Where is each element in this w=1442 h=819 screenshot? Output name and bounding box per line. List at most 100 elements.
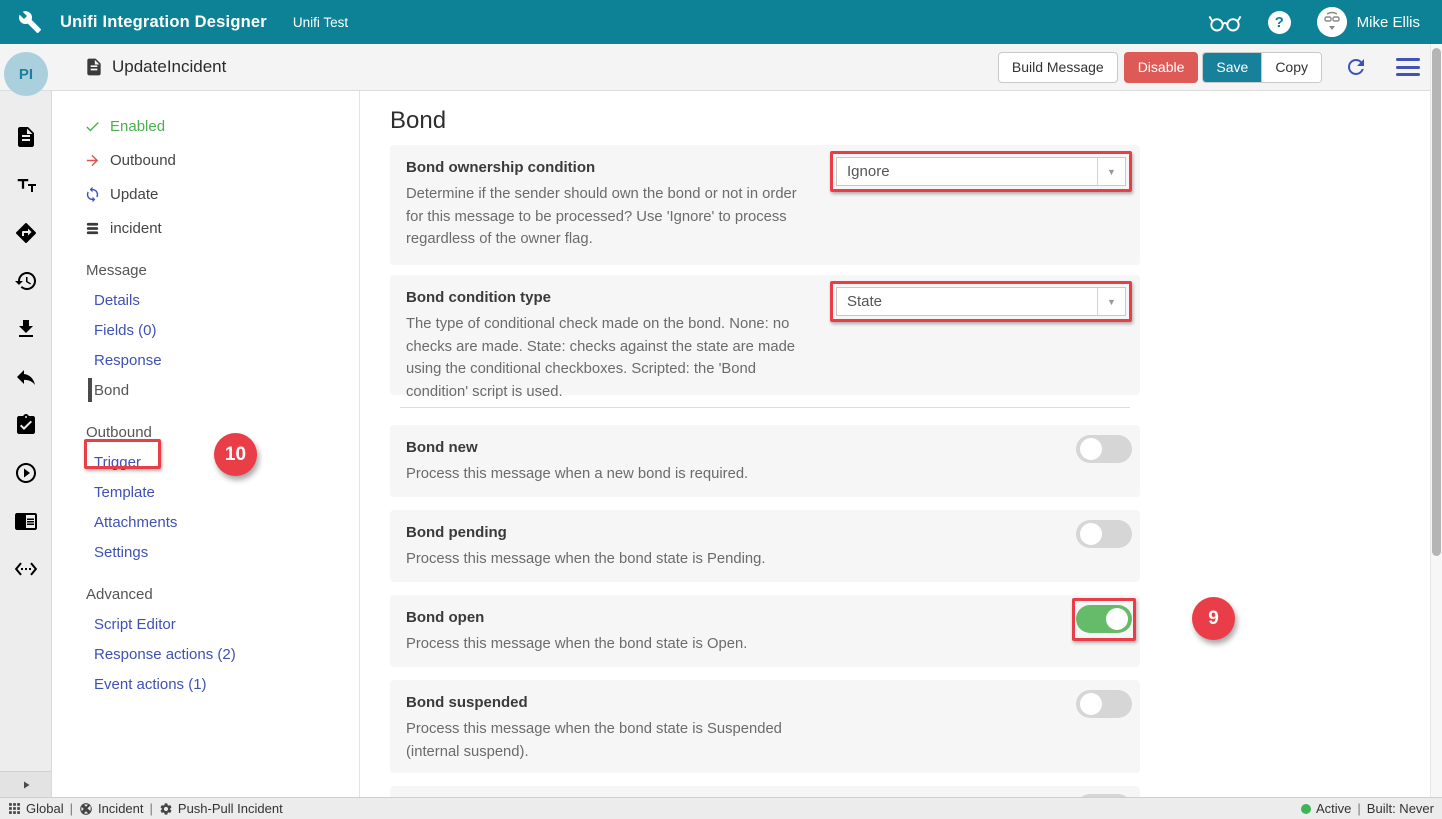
scrollbar-thumb[interactable] — [1432, 48, 1441, 556]
text-format-icon[interactable] — [14, 173, 38, 197]
process-item[interactable]: Incident — [79, 801, 144, 816]
field-label: Bond pending — [406, 524, 1124, 541]
build-message-button[interactable]: Build Message — [998, 52, 1118, 83]
disable-button[interactable]: Disable — [1124, 52, 1199, 83]
sidebar-item-outbound[interactable]: Outbound — [52, 143, 359, 177]
refresh-icon[interactable] — [1344, 55, 1368, 79]
sidebar-item-settings[interactable]: Settings — [52, 537, 359, 567]
bond-ownership-select[interactable]: Ignore ▼ — [836, 157, 1126, 186]
expand-arrow-icon — [20, 779, 32, 791]
task-check-icon[interactable] — [14, 413, 38, 437]
active-status-label: Active — [1316, 801, 1351, 816]
icon-rail — [0, 91, 52, 797]
sidebar-item-update[interactable]: Update — [52, 177, 359, 211]
bond-new-card: Bond new Process this message when a new… — [390, 425, 1140, 497]
sidebar-item-enabled[interactable]: Enabled — [52, 109, 359, 143]
bond-new-toggle[interactable] — [1076, 435, 1132, 463]
history-icon[interactable] — [14, 269, 38, 293]
copy-button[interactable]: Copy — [1261, 53, 1321, 82]
save-button[interactable]: Save — [1203, 53, 1261, 82]
instance-name: Unifi Test — [293, 15, 348, 30]
sidebar-item-label: Outbound — [110, 152, 176, 169]
sidebar-item-label: Update — [110, 186, 158, 203]
message-header: PI UpdateIncident Build Message Disable … — [0, 44, 1442, 91]
send-diamond-icon[interactable] — [14, 221, 38, 245]
chevron-down-icon: ▼ — [1097, 158, 1125, 185]
section-divider — [400, 407, 1130, 408]
bond-settings-panel: Bond Bond ownership condition Determine … — [360, 91, 1442, 797]
sidebar-item-script-editor[interactable]: Script Editor — [52, 609, 359, 639]
sidebar-item-attachments[interactable]: Attachments — [52, 507, 359, 537]
sidebar-item-details[interactable]: Details — [52, 285, 359, 315]
top-app-bar: Unifi Integration Designer Unifi Test ? … — [0, 0, 1442, 44]
field-label: Bond open — [406, 609, 1124, 626]
nav-group-advanced: Advanced — [52, 579, 359, 609]
integration-label: Push-Pull Incident — [178, 801, 283, 816]
expand-sidebar-button[interactable] — [0, 771, 51, 797]
sidebar-item-event-actions[interactable]: Event actions (1) — [52, 669, 359, 699]
field-label: Bond suspended — [406, 694, 1124, 711]
wrench-icon — [18, 10, 42, 34]
scope-label: Global — [26, 801, 64, 816]
bond-pending-toggle[interactable] — [1076, 520, 1132, 548]
vertical-scrollbar — [1430, 44, 1442, 797]
sidebar-item-label: Enabled — [110, 118, 165, 135]
bond-suspended-toggle[interactable] — [1076, 690, 1132, 718]
reply-icon[interactable] — [14, 365, 38, 389]
separator: | — [70, 801, 73, 816]
separator: | — [150, 801, 153, 816]
document-icon — [84, 57, 104, 77]
field-description: Process this message when the bond state… — [406, 718, 798, 763]
field-description: Process this message when the bond state… — [406, 548, 798, 571]
sidebar-item-response[interactable]: Response — [52, 345, 359, 375]
database-icon — [84, 220, 101, 237]
reader-icon[interactable] — [14, 509, 38, 533]
toggle-knob — [1080, 693, 1102, 715]
status-bar: Global | Incident | Push-Pull Incident A… — [0, 797, 1442, 819]
field-label: Bond new — [406, 439, 1124, 456]
document-icon[interactable] — [14, 125, 38, 149]
bond-condition-select[interactable]: State ▼ — [836, 287, 1126, 316]
active-status-dot — [1301, 804, 1311, 814]
arrow-right-icon — [84, 152, 101, 169]
toggle-knob — [1080, 438, 1102, 460]
section-heading: Bond — [390, 105, 1442, 137]
bond-open-card: Bond open Process this message when the … — [390, 595, 1140, 667]
separator: | — [1357, 801, 1360, 816]
page-title: UpdateIncident — [112, 57, 226, 77]
sidebar-item-fields[interactable]: Fields (0) — [52, 315, 359, 345]
glasses-icon[interactable] — [1208, 10, 1242, 34]
selected-indicator — [88, 378, 92, 402]
hamburger-menu-icon[interactable] — [1396, 58, 1420, 76]
bond-ownership-card: Bond ownership condition Determine if th… — [390, 145, 1140, 265]
integration-item[interactable]: Push-Pull Incident — [159, 801, 283, 816]
user-avatar[interactable] — [1317, 7, 1347, 37]
built-status-label: Built: Never — [1367, 801, 1434, 816]
help-icon[interactable]: ? — [1268, 11, 1291, 34]
download-icon[interactable] — [14, 317, 38, 341]
chevron-down-icon: ▼ — [1097, 288, 1125, 315]
integration-avatar[interactable]: PI — [4, 52, 48, 96]
field-description: The type of conditional check made on th… — [406, 313, 798, 403]
user-name[interactable]: Mike Ellis — [1357, 14, 1420, 31]
sidebar-item-incident[interactable]: incident — [52, 211, 359, 245]
scope-item[interactable]: Global — [8, 801, 64, 816]
field-description: Process this message when a new bond is … — [406, 463, 798, 486]
field-description: Process this message when the bond state… — [406, 633, 798, 656]
check-icon — [84, 118, 101, 135]
bond-open-toggle[interactable] — [1076, 605, 1132, 633]
sidebar-item-bond[interactable]: Bond — [52, 375, 359, 405]
annotation-badge-9: 9 — [1192, 597, 1235, 640]
sidebar-item-template[interactable]: Template — [52, 477, 359, 507]
sidebar-item-trigger[interactable]: Trigger — [52, 447, 359, 477]
field-description: Determine if the sender should own the b… — [406, 183, 798, 251]
toggle-knob — [1080, 523, 1102, 545]
select-value: State — [837, 293, 1097, 310]
bond-suspended-card: Bond suspended Process this message when… — [390, 680, 1140, 773]
code-icon[interactable] — [14, 557, 38, 581]
nav-group-message: Message — [52, 255, 359, 285]
save-copy-group: Save Copy — [1202, 52, 1322, 83]
sidebar-item-response-actions[interactable]: Response actions (2) — [52, 639, 359, 669]
play-circle-icon[interactable] — [14, 461, 38, 485]
sidebar-item-label: Bond — [94, 382, 129, 399]
